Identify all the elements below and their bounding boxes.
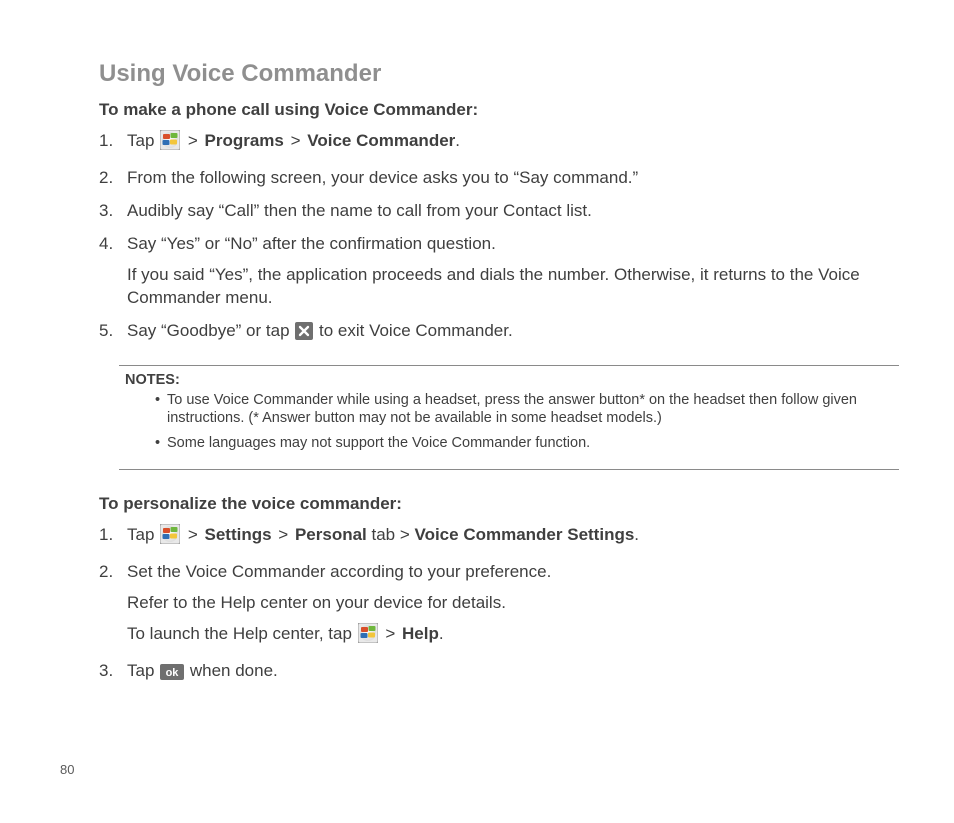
text: to exit Voice Commander. (314, 321, 512, 340)
text: From the following screen, your device a… (127, 168, 638, 187)
separator: > (379, 624, 402, 643)
ok-icon (160, 664, 184, 687)
subhead-personalize: To personalize the voice commander: (99, 494, 899, 514)
subhead-make-call: To make a phone call using Voice Command… (99, 100, 899, 120)
page-title: Using Voice Commander (99, 60, 899, 88)
page-number: 80 (60, 762, 74, 777)
text: Tap (127, 525, 159, 544)
start-icon (160, 130, 180, 157)
step-2: From the following screen, your device a… (99, 167, 899, 190)
nav-settings: Settings (205, 525, 272, 544)
text: . (455, 131, 460, 150)
step-5: Say “Goodbye” or tap to exit Voice Comma… (99, 320, 899, 347)
step-3: Audibly say “Call” then the name to call… (99, 200, 899, 223)
text: . (439, 624, 444, 643)
text: tab > (367, 525, 415, 544)
step-1: Tap > Programs > Voice Commander. (99, 130, 899, 157)
nav-personal: Personal (295, 525, 367, 544)
separator: > (181, 525, 204, 544)
step-3: Tap when done. (99, 660, 899, 687)
nav-vc-settings: Voice Commander Settings (415, 525, 635, 544)
nav-voice-commander: Voice Commander (307, 131, 455, 150)
nav-help: Help (402, 624, 439, 643)
close-icon (295, 322, 313, 347)
text: Set the Voice Commander according to you… (127, 562, 551, 581)
manual-page: Using Voice Commander To make a phone ca… (0, 0, 954, 823)
note-item: To use Voice Commander while using a hea… (155, 391, 893, 429)
text: when done. (185, 661, 278, 680)
separator: > (181, 131, 204, 150)
text: Say “Yes” or “No” after the confirmation… (127, 234, 496, 253)
text: To use Voice Commander while using a hea… (167, 392, 857, 427)
step-4: Say “Yes” or “No” after the confirmation… (99, 233, 899, 310)
step-1: Tap > Settings > Personal tab > Voice Co… (99, 524, 899, 551)
text: Say “Goodbye” or tap (127, 321, 294, 340)
steps-make-call: Tap > Programs > Voice Commander. From t… (99, 130, 899, 347)
step-2-body-2: To launch the Help center, tap > Help. (127, 623, 899, 650)
text: Tap (127, 661, 159, 680)
notes-box: NOTES: To use Voice Commander while usin… (119, 365, 899, 471)
note-item: Some languages may not support the Voice… (155, 434, 893, 453)
step-2: Set the Voice Commander according to you… (99, 561, 899, 650)
text: Some languages may not support the Voice… (167, 435, 590, 451)
text: Audibly say “Call” then the name to call… (127, 201, 592, 220)
step-4-body: If you said “Yes”, the application proce… (127, 264, 899, 310)
notes-label: NOTES: (125, 372, 893, 388)
steps-personalize: Tap > Settings > Personal tab > Voice Co… (99, 524, 899, 687)
text: Tap (127, 131, 159, 150)
nav-programs: Programs (205, 131, 284, 150)
start-icon (160, 524, 180, 551)
separator: > (272, 525, 295, 544)
start-icon (358, 623, 378, 650)
separator: > (284, 131, 307, 150)
text: . (634, 525, 639, 544)
step-2-body-1: Refer to the Help center on your device … (127, 592, 899, 615)
text: To launch the Help center, tap (127, 624, 357, 643)
